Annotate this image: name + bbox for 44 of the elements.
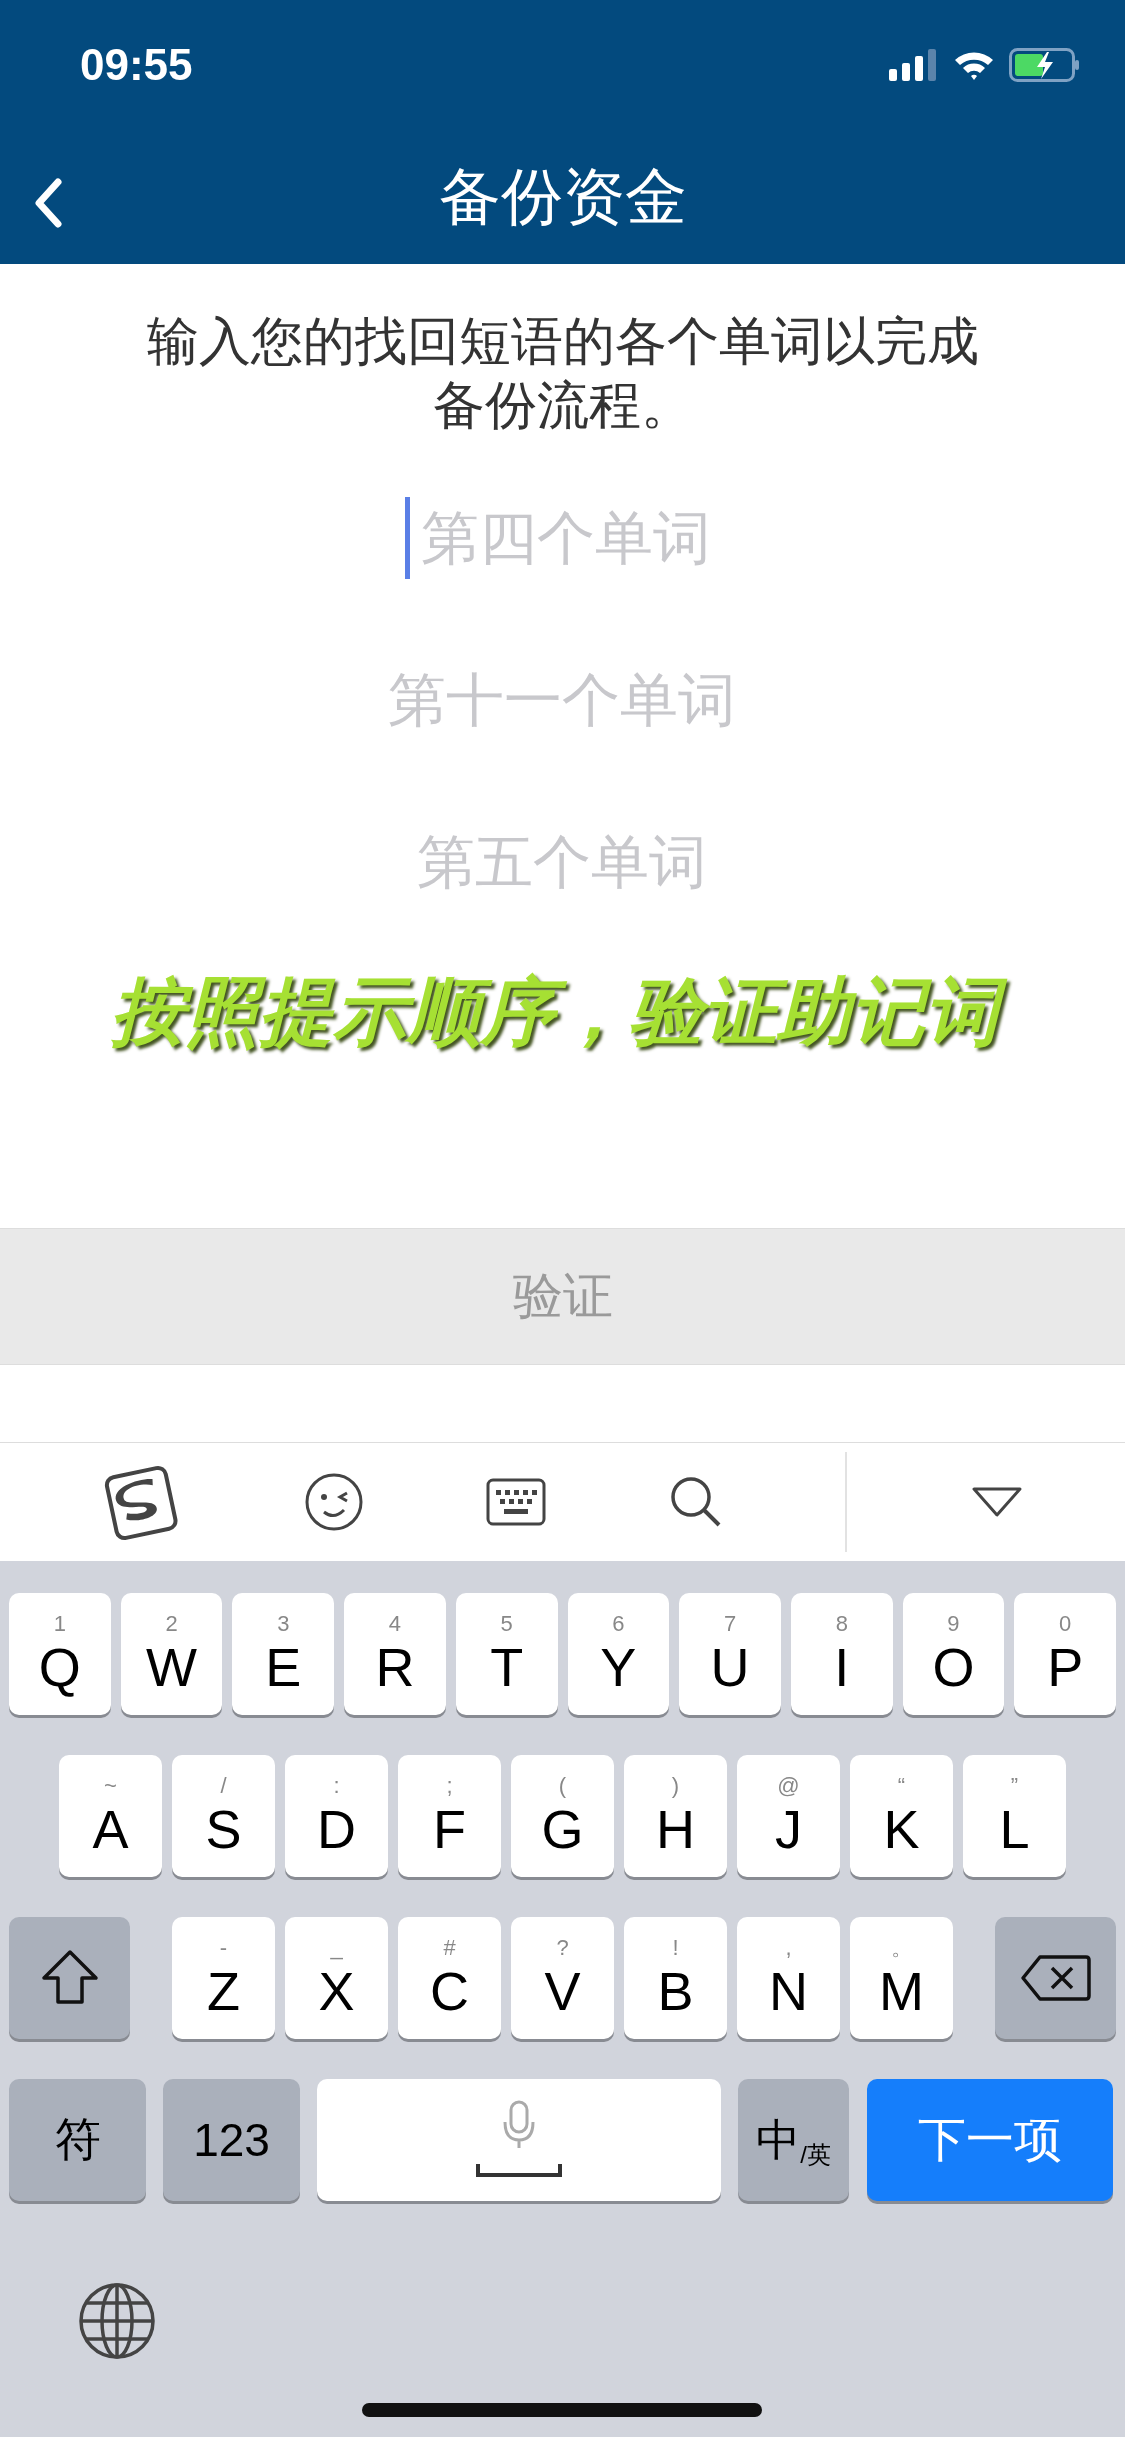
keyboard-key[interactable]: , N <box>737 1917 840 2039</box>
keyboard-key[interactable]: ? V <box>511 1917 614 2039</box>
numbers-key[interactable]: 123 <box>163 2079 300 2201</box>
search-icon[interactable] <box>668 1475 723 1529</box>
symbols-key[interactable]: 符 <box>9 2079 146 2201</box>
delete-key[interactable] <box>995 1917 1116 2039</box>
microphone-icon <box>474 2100 564 2180</box>
keyboard-key[interactable]: 5 T <box>455 1593 558 1715</box>
keyboard-key[interactable]: @ J <box>737 1755 840 1877</box>
keyboard-icon[interactable] <box>486 1478 547 1526</box>
page-title: 备份资金 <box>438 159 687 235</box>
shift-key[interactable] <box>9 1917 130 2039</box>
keyboard-key[interactable]: ; F <box>398 1755 501 1877</box>
status-time: 09:55 <box>80 40 193 90</box>
annotation-text: 按照提示顺序，验证助记词 <box>96 959 1029 1069</box>
keyboard-key[interactable]: / S <box>172 1755 275 1877</box>
keyboard-key[interactable]: 。 M <box>850 1917 953 2039</box>
keyboard-key[interactable]: “ K <box>850 1755 953 1877</box>
keyboard-key[interactable]: 1 Q <box>9 1593 111 1715</box>
keyboard-key[interactable]: ” L <box>963 1755 1066 1877</box>
back-button[interactable] <box>34 178 62 228</box>
keyboard-key[interactable]: 9 O <box>902 1593 1005 1715</box>
battery-icon <box>1009 48 1081 82</box>
keyboard-key[interactable]: ~ A <box>59 1755 162 1877</box>
keyboard-key[interactable]: 2 W <box>120 1593 223 1715</box>
keyboard-key[interactable]: 0 P <box>1014 1593 1117 1715</box>
delete-icon <box>1019 1954 1092 2002</box>
globe-icon[interactable] <box>77 2281 157 2361</box>
keyboard-key[interactable]: ) H <box>624 1755 727 1877</box>
keyboard-key[interactable]: 3 E <box>232 1593 335 1715</box>
keyboard-key[interactable]: 6 Y <box>567 1593 670 1715</box>
signal-icon <box>889 49 939 81</box>
keyboard-key[interactable]: ( G <box>511 1755 614 1877</box>
emoji-icon[interactable] <box>303 1472 364 1532</box>
keyboard-key[interactable]: 7 U <box>679 1593 781 1715</box>
keyboard-key[interactable]: 8 I <box>790 1593 893 1715</box>
next-key[interactable]: 下一项 <box>867 2079 1113 2201</box>
keyboard-key[interactable]: - Z <box>172 1917 275 2039</box>
instruction-text: 输入您的找回短语的各个单词以完成备份流程。 <box>145 310 980 437</box>
keyboard-key[interactable]: 4 R <box>344 1593 446 1715</box>
keyboard-key[interactable]: _ X <box>285 1917 388 2039</box>
keyboard-key[interactable]: ! B <box>624 1917 727 2039</box>
keyboard-key[interactable]: # C <box>398 1917 501 2039</box>
keyboard-key[interactable]: : D <box>285 1755 388 1877</box>
